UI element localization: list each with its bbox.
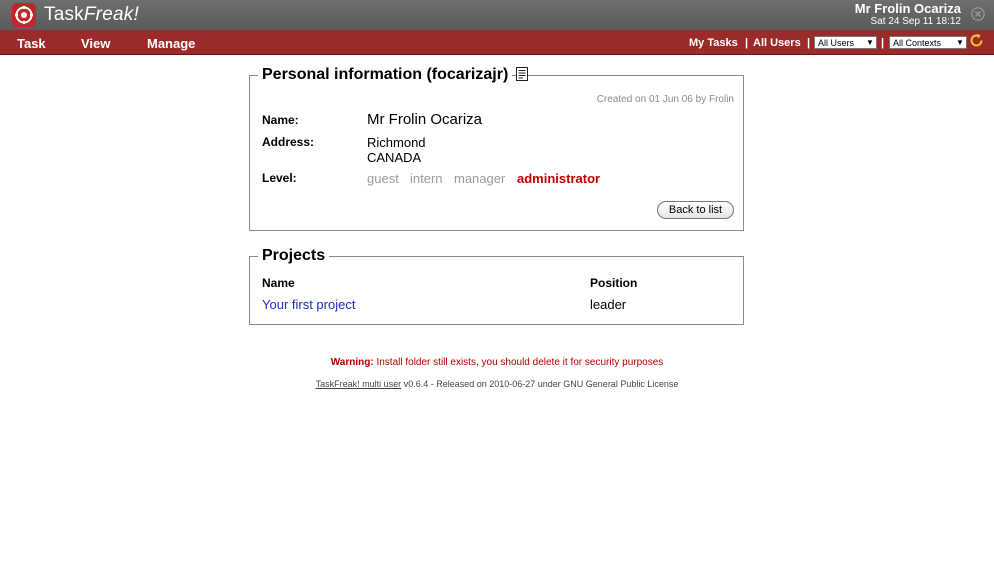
level-guest: guest — [367, 171, 399, 186]
project-position: leader — [590, 297, 627, 312]
warning-label: Warning: — [330, 357, 374, 368]
menu-view[interactable]: View — [81, 36, 110, 51]
menu-bar: Task View Manage My Tasks | All Users | … — [0, 30, 994, 55]
refresh-icon[interactable] — [969, 33, 984, 48]
footer-text: v0.6.4 - Released on 2010-06-27 under GN… — [403, 379, 679, 389]
level-label: Level: — [262, 171, 297, 185]
close-icon[interactable] — [971, 7, 985, 21]
my-tasks-link[interactable]: My Tasks — [689, 37, 738, 49]
project-link[interactable]: Your first project — [262, 297, 355, 312]
projects-panel: Projects Name Position Your first projec… — [249, 247, 744, 325]
user-filter-select[interactable]: All Users ▼ — [814, 36, 877, 49]
separator: | — [807, 37, 811, 49]
taskfreak-logo-icon — [12, 3, 36, 27]
product-link[interactable]: TaskFreak! multi user — [316, 379, 402, 389]
chevron-down-icon: ▼ — [956, 38, 964, 47]
projects-title: Projects — [258, 247, 330, 265]
column-header-position: Position — [590, 276, 638, 290]
top-header: TaskFreak! Mr Frolin Ocariza Sat 24 Sep … — [0, 0, 994, 30]
personal-info-panel: Personal information (focarizajr) Create… — [249, 66, 744, 231]
address-line-2: CANADA — [367, 150, 422, 165]
address-label: Address: — [262, 135, 315, 149]
personal-info-title: Personal information (focarizajr) — [258, 66, 513, 84]
chevron-down-icon: ▼ — [866, 38, 874, 47]
separator: | — [745, 37, 749, 49]
name-label: Name: — [262, 113, 299, 127]
all-users-link[interactable]: All Users — [753, 37, 801, 49]
user-filter-value: All Users — [818, 38, 855, 48]
back-to-list-button[interactable]: Back to list — [657, 201, 734, 219]
current-datetime: Sat 24 Sep 11 18:12 — [870, 16, 961, 27]
separator: | — [881, 37, 885, 49]
level-intern: intern — [410, 171, 443, 186]
name-value: Mr Frolin Ocariza — [367, 111, 483, 128]
menu-task[interactable]: Task — [17, 36, 46, 51]
footer: TaskFreak! multi user v0.6.4 - Released … — [0, 379, 994, 389]
context-filter-select[interactable]: All Contexts ▼ — [889, 36, 967, 49]
document-icon[interactable] — [516, 67, 528, 81]
security-warning: Warning: Install folder still exists, yo… — [0, 357, 994, 368]
app-title-part2: Freak! — [83, 4, 139, 25]
level-administrator: administrator — [517, 171, 601, 186]
app-title-part1: Task — [44, 4, 84, 25]
app-title: TaskFreak! — [44, 4, 139, 26]
menu-manage[interactable]: Manage — [147, 36, 195, 51]
created-info: Created on 01 Jun 06 by Frolin — [596, 94, 734, 105]
warning-text: Install folder still exists, you should … — [376, 357, 664, 368]
column-header-name: Name — [262, 276, 295, 290]
level-manager: manager — [454, 171, 506, 186]
address-line-1: Richmond — [367, 135, 426, 150]
context-filter-value: All Contexts — [893, 38, 942, 48]
user-name: Mr Frolin Ocariza — [854, 1, 961, 16]
